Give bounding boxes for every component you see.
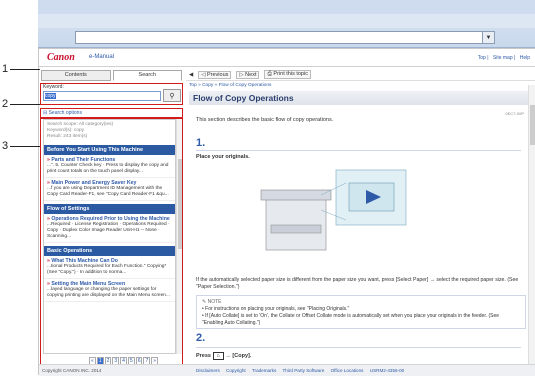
previous-label: Previous xyxy=(207,71,229,78)
home-key-icon: ⌂ xyxy=(212,352,224,360)
address-combobox[interactable] xyxy=(75,31,495,44)
step-2-number: 2. xyxy=(196,332,206,344)
emanual-app: Canon e-Manual Top | Site map | Help Con… xyxy=(38,48,535,376)
trademarks-link[interactable]: Trademarks xyxy=(252,368,276,373)
left-pane: Contents Search Keyword: copy ⚲ ⊟ Search… xyxy=(39,67,184,368)
note-item: • For instructions on placing your origi… xyxy=(202,306,350,312)
browser-tabbar xyxy=(38,0,535,14)
address-dropdown-button[interactable]: ▼ xyxy=(482,31,495,44)
callout-line-3 xyxy=(10,146,40,147)
page-title: Flow of Copy Operations xyxy=(189,91,529,105)
doc-id: 0EC7-00P xyxy=(505,111,524,116)
step-2-text: Press ⌂ → [Copy]. xyxy=(196,352,252,360)
callout-label-2: 2 xyxy=(2,98,9,110)
pane-tabs: Contents Search xyxy=(41,70,182,81)
help-link[interactable]: Help xyxy=(520,55,530,61)
canon-logo: Canon xyxy=(47,52,75,63)
callout-label-1: 1 xyxy=(2,63,9,75)
callout-line-2 xyxy=(10,104,40,105)
note-item-text: For instructions on placing your origina… xyxy=(205,306,350,312)
step-1-number: 1. xyxy=(196,137,206,149)
paper-size-note: If the automatically selected paper size… xyxy=(196,277,519,290)
previous-button[interactable]: ◁ Previous xyxy=(198,70,232,79)
manual-code: USRM2-4356-00 xyxy=(369,368,405,373)
callout-label-3: 3 xyxy=(2,140,9,152)
tab-contents[interactable]: Contents xyxy=(41,70,111,81)
footer: Copyright CANON INC. 2014 Disclaimers Co… xyxy=(39,364,535,376)
top-link[interactable]: Top xyxy=(478,55,486,61)
note-item-text: If [Auto Collate] is set to 'On', the Co… xyxy=(202,313,500,326)
step-1-text: Place your originals. xyxy=(196,154,250,160)
note-item: • If [Auto Collate] is set to 'On', the … xyxy=(202,313,500,326)
content-scrollbar[interactable] xyxy=(528,85,535,364)
print-button[interactable]: ⎙ Print this topic xyxy=(264,70,311,79)
callout-box-1 xyxy=(40,83,183,105)
emanual-title: e-Manual xyxy=(89,54,115,60)
office-locations-link[interactable]: Office Locations xyxy=(331,368,364,373)
copy-label: → [Copy]. xyxy=(225,353,252,359)
callout-box-2 xyxy=(40,108,183,118)
third-party-link[interactable]: Third Party Software xyxy=(282,368,324,373)
disclaimers-link[interactable]: Disclaimers xyxy=(196,368,220,373)
tab-search[interactable]: Search xyxy=(112,70,182,81)
copyright-link[interactable]: Copyright xyxy=(226,368,246,373)
copier-illustration xyxy=(260,169,407,251)
chevron-down-icon: ▼ xyxy=(485,34,492,41)
app-header: Canon e-Manual Top | Site map | Help xyxy=(39,49,535,67)
breadcrumb[interactable]: Top » Copy » Flow of Copy Operations xyxy=(189,83,271,88)
intro-text: This section describes the basic flow of… xyxy=(196,117,334,123)
callout-box-3 xyxy=(40,118,183,368)
back-arrow-icon[interactable]: ◀ xyxy=(189,72,193,78)
press-label: Press xyxy=(196,353,211,359)
next-button[interactable]: ▷ Next xyxy=(236,70,260,79)
step-divider xyxy=(196,347,521,348)
site-map-link[interactable]: Site map xyxy=(493,55,513,61)
copyright-text: Copyright CANON INC. 2014 xyxy=(42,368,102,373)
callout-line-1 xyxy=(10,69,40,70)
step-divider xyxy=(196,150,521,151)
note-box: ✎ NOTE • For instructions on placing you… xyxy=(196,295,526,329)
browser-toolbar xyxy=(38,14,535,28)
header-links: Top | Site map | Help xyxy=(477,55,530,61)
next-label: Next xyxy=(245,71,257,78)
content-pane: ◀ ◁ Previous ▷ Next ⎙ Print this topic T… xyxy=(186,67,535,364)
note-heading-label: NOTE xyxy=(207,299,222,305)
note-heading: ✎ NOTE xyxy=(202,299,222,305)
scrollbar-thumb[interactable] xyxy=(530,105,535,145)
print-label: Print this topic xyxy=(273,71,308,77)
content-toolbar: ◀ ◁ Previous ▷ Next ⎙ Print this topic xyxy=(186,69,535,81)
footer-links: Disclaimers Copyright Trademarks Third P… xyxy=(196,365,409,376)
